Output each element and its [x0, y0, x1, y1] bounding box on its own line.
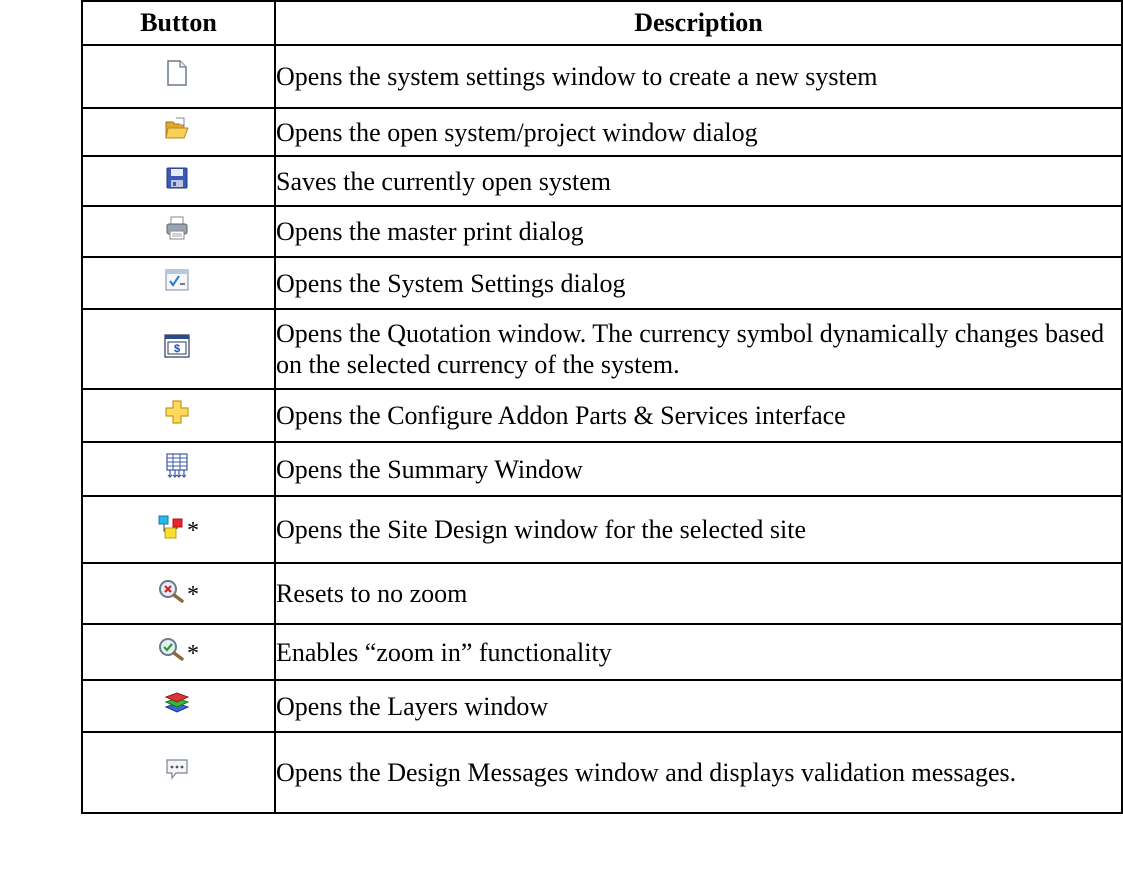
printer-icon — [165, 216, 189, 240]
svg-text:$: $ — [174, 343, 180, 355]
asterisk: * — [187, 518, 199, 545]
description-cell: Opens the Layers window — [274, 679, 1123, 733]
table-row: Opens the System Settings dialog — [81, 256, 1123, 310]
settings-checklist-icon — [165, 269, 189, 291]
asterisk: * — [187, 640, 199, 667]
site-design-icon — [158, 515, 184, 539]
table-row: $ Opens the Quotation window. The curren… — [81, 308, 1123, 390]
quotation-dollar-icon: $ — [164, 333, 190, 358]
summary-grid-icon — [165, 452, 189, 479]
new-document-icon — [165, 60, 189, 86]
table-row: * Resets to no zoom — [81, 562, 1123, 625]
table-row: Saves the currently open system — [81, 155, 1123, 207]
header-row: Button Description — [81, 0, 1123, 46]
description-cell: Opens the Site Design window for the sel… — [274, 495, 1123, 564]
table-row: Opens the system settings window to crea… — [81, 44, 1123, 109]
save-disk-icon — [166, 167, 188, 189]
table-row: Opens the Layers window — [81, 679, 1123, 733]
header-button: Button — [81, 0, 276, 46]
description-cell: Opens the master print dialog — [274, 205, 1123, 258]
table-row: * Opens the Site Design window for the s… — [81, 495, 1123, 564]
description-cell: Opens the open system/project window dia… — [274, 107, 1123, 157]
table-row: Opens the Configure Addon Parts & Servic… — [81, 388, 1123, 443]
open-folder-icon — [164, 117, 190, 141]
description-cell: Opens the Configure Addon Parts & Servic… — [274, 388, 1123, 443]
addon-plus-icon — [164, 399, 190, 425]
description-cell: Resets to no zoom — [274, 562, 1123, 625]
description-cell: Opens the Design Messages window and dis… — [274, 731, 1123, 814]
zoom-reset-icon — [158, 579, 184, 603]
toolbar-buttons-table: Button Description Opens the system sett… — [81, 0, 1123, 814]
description-cell: Opens the Summary Window — [274, 441, 1123, 497]
description-cell: Opens the system settings window to crea… — [274, 44, 1123, 109]
description-cell: Opens the Quotation window. The currency… — [274, 308, 1123, 390]
description-cell: Opens the System Settings dialog — [274, 256, 1123, 310]
table-row: Opens the Design Messages window and dis… — [81, 731, 1123, 814]
asterisk: * — [187, 582, 199, 609]
layers-icon — [164, 691, 190, 715]
table-row: Opens the open system/project window dia… — [81, 107, 1123, 157]
description-cell: Enables “zoom in” functionality — [274, 623, 1123, 681]
table-row: Opens the master print dialog — [81, 205, 1123, 258]
zoom-in-icon — [158, 637, 184, 661]
header-description: Description — [274, 0, 1123, 46]
description-cell: Saves the currently open system — [274, 155, 1123, 207]
design-messages-icon — [165, 757, 189, 781]
table-row: Opens the Summary Window — [81, 441, 1123, 497]
table-row: * Enables “zoom in” functionality — [81, 623, 1123, 681]
